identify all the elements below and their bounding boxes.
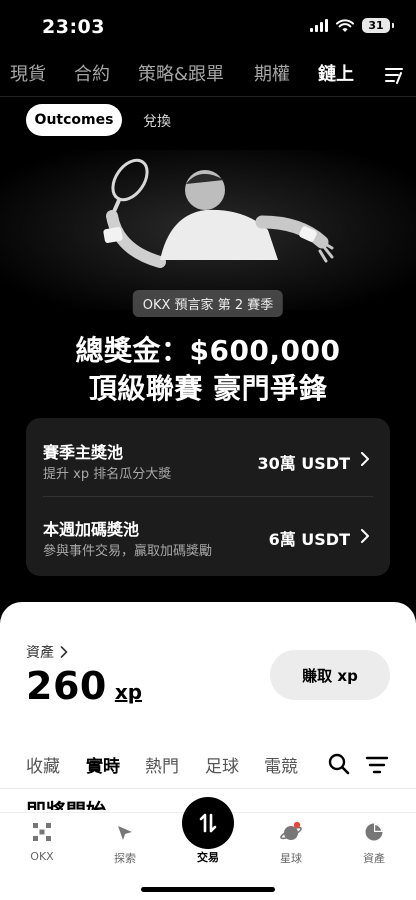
top-tabs: 現貨 合約 策略&跟單 期權 鏈上 xyxy=(0,58,416,94)
tab-futures[interactable]: 合約 xyxy=(74,60,110,86)
assets-value: 260 xp xyxy=(26,664,142,708)
pool-title: 本週加碼獎池 xyxy=(43,520,140,539)
assets-label: 資產 xyxy=(26,645,54,661)
status-icons: 31 xyxy=(310,18,394,33)
filter-icon[interactable] xyxy=(365,755,389,775)
pool-subtitle: 提升 xp 排名瓜分大獎 xyxy=(43,467,172,482)
assets-link[interactable]: 資產 xyxy=(26,642,68,662)
notification-dot xyxy=(293,821,301,829)
nav-label-trade: 交易 xyxy=(197,851,219,864)
home-indicator xyxy=(141,887,275,892)
tab-spot[interactable]: 現貨 xyxy=(10,60,46,86)
pool-row-weekly[interactable]: 本週加碼獎池 參與事件交易，贏取加碼獎勵 6萬 USDT xyxy=(26,498,390,576)
tab-onchain[interactable]: 鏈上 xyxy=(318,60,354,86)
subtab-exchange[interactable]: 兌換 xyxy=(143,111,171,131)
tab-esports[interactable]: 電競 xyxy=(264,752,298,777)
section-title-upcoming: 即將開始 xyxy=(26,798,106,810)
tabs-menu-icon[interactable] xyxy=(384,66,404,84)
nav-label: 資產 xyxy=(363,852,385,865)
category-divider xyxy=(0,788,416,789)
cellular-signal-icon xyxy=(310,19,328,32)
search-icon[interactable] xyxy=(328,753,350,775)
trade-icon xyxy=(199,813,217,833)
nav-label: 探索 xyxy=(114,852,136,865)
category-tabs: 收藏 實時 熱門 足球 電競 xyxy=(0,750,416,780)
nav-okx[interactable]: OKX xyxy=(2,821,82,863)
earn-xp-button[interactable]: 賺取 xp xyxy=(270,650,390,700)
chevron-right-icon xyxy=(60,646,68,658)
assets-pie-icon xyxy=(365,823,383,841)
nav-planet[interactable]: 星球 xyxy=(251,821,331,866)
pool-subtitle: 參與事件交易，贏取加碼獎勵 xyxy=(43,544,213,559)
wifi-icon xyxy=(336,18,354,32)
status-bar: 23:03 31 xyxy=(0,0,416,52)
tab-options[interactable]: 期權 xyxy=(254,60,290,86)
tab-football[interactable]: 足球 xyxy=(205,752,239,777)
prize-pool-card: 賽季主獎池 提升 xp 排名瓜分大獎 30萬 USDT 本週加碼獎池 參與事件交… xyxy=(26,418,390,576)
pool-row-season[interactable]: 賽季主獎池 提升 xp 排名瓜分大獎 30萬 USDT xyxy=(26,418,390,496)
explore-icon xyxy=(118,826,132,840)
battery-indicator: 31 xyxy=(362,18,394,33)
nav-label: 星球 xyxy=(280,852,302,865)
status-time: 23:03 xyxy=(42,16,105,38)
tab-strategy-copy[interactable]: 策略&跟單 xyxy=(138,60,224,86)
hero-title-tagline: 頂級聯賽 豪門爭鋒 xyxy=(88,372,328,405)
pool-amount: 6萬 USDT xyxy=(268,530,350,549)
subtab-outcomes[interactable]: Outcomes xyxy=(26,104,122,136)
tab-live[interactable]: 實時 xyxy=(86,752,120,777)
okx-logo-icon xyxy=(33,823,51,841)
xp-balance: 260 xyxy=(26,664,107,708)
nav-explore[interactable]: 探索 xyxy=(85,821,165,866)
pool-divider xyxy=(43,496,373,497)
top-divider xyxy=(0,96,416,97)
tab-favorites[interactable]: 收藏 xyxy=(26,752,60,777)
planet-icon xyxy=(280,821,302,840)
nav-label: OKX xyxy=(30,850,54,863)
pool-amount: 30萬 USDT xyxy=(257,454,350,473)
season-badge: OKX 預言家 第 2 賽季 xyxy=(132,290,284,317)
chevron-right-icon xyxy=(361,529,369,543)
hero-title-prize: 總獎金：$600,000 xyxy=(75,334,341,367)
chevron-right-icon xyxy=(361,452,369,466)
tab-popular[interactable]: 熱門 xyxy=(145,752,179,777)
trade-button[interactable] xyxy=(182,797,234,849)
nav-assets[interactable]: 資產 xyxy=(334,821,414,866)
xp-unit: xp xyxy=(114,680,143,704)
bottom-nav: OKX 探索 交易 星球 資產 xyxy=(0,797,416,900)
tennis-player-illustration xyxy=(0,150,416,310)
pool-title: 賽季主獎池 xyxy=(43,443,124,462)
